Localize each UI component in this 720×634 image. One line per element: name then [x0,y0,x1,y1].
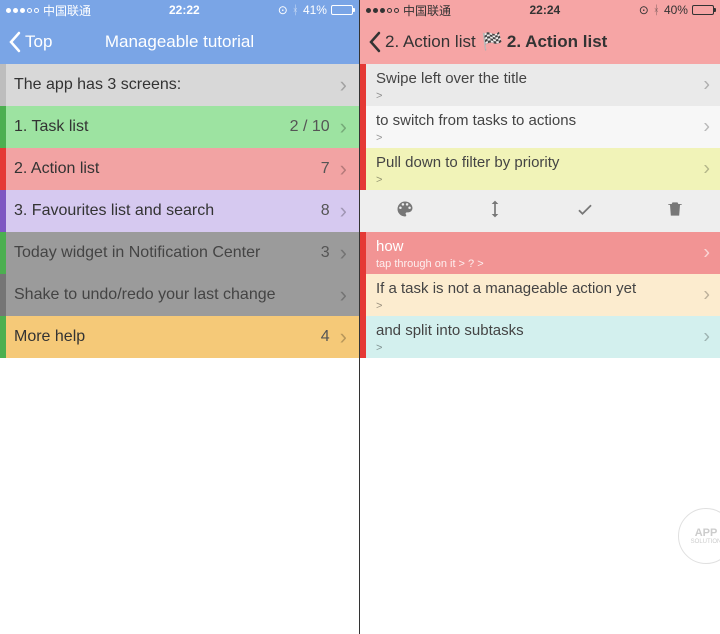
action-row-split[interactable]: and split into subtasks > › [360,316,720,358]
battery-percent: 40% [664,3,688,17]
row-label: 2. Action list [6,160,321,178]
chevron-right-icon: › [340,240,347,266]
carrier-label: 中国联通 [403,2,451,19]
row-label: 1. Task list [6,118,290,136]
palette-icon [395,199,415,219]
list-row-action-list[interactable]: 2. Action list 7 › [0,148,359,190]
screen-left: 中国联通 22:22 ⊙ ᚼ 41% Top Manageable tutori… [0,0,360,634]
chevron-right-icon: › [340,282,347,308]
arrows-vertical-icon [485,199,505,219]
rotation-lock-icon: ⊙ [639,3,649,17]
action-row-pulldown[interactable]: Pull down to filter by priority > › [360,148,720,190]
row-main: Swipe left over the title [376,70,710,88]
chevron-right-icon: › [703,284,710,307]
done-button[interactable] [575,199,595,224]
row-sub: > [376,90,710,102]
battery-icon [331,5,353,15]
row-main: to switch from tasks to actions [376,112,710,130]
nav-title: 2. Action list [507,32,607,52]
back-button[interactable]: 2. Action list [368,31,476,53]
row-main: and split into subtasks [376,322,710,340]
action-row-swipe-left[interactable]: Swipe left over the title > › [360,64,720,106]
row-count: 8 [321,202,330,220]
chevron-right-icon: › [340,324,347,350]
chevron-right-icon: › [703,242,710,265]
signal-icon [6,8,39,13]
chevron-right-icon: › [703,74,710,97]
status-bar: 中国联通 22:22 ⊙ ᚼ 41% [0,0,359,20]
rotation-lock-icon: ⊙ [278,3,288,17]
chevron-right-icon: › [703,116,710,139]
row-main: Pull down to filter by priority [376,154,710,172]
chevron-right-icon: › [340,114,347,140]
row-sub: > [376,132,710,144]
action-row-how[interactable]: how tap through on it > ? > › [360,232,720,274]
row-label: Today widget in Notification Center [6,244,321,262]
row-main: how [376,238,710,256]
back-label: Top [25,32,52,52]
status-time: 22:22 [169,3,200,17]
action-row-if-task[interactable]: If a task is not a manageable action yet… [360,274,720,316]
battery-percent: 41% [303,3,327,17]
bluetooth-icon: ᚼ [653,3,660,17]
watermark-top: APP [695,527,718,539]
row-sub: > [376,300,710,312]
status-bar: 中国联通 22:24 ⊙ ᚼ 40% [360,0,720,20]
trash-icon [665,199,685,219]
flag-icon: 🏁 [482,32,503,52]
chevron-left-icon [368,31,381,53]
action-row-switch[interactable]: to switch from tasks to actions > › [360,106,720,148]
status-time: 22:24 [530,3,561,17]
nav-title: Manageable tutorial [105,32,254,52]
row-label: More help [6,328,321,346]
action-toolbar [360,190,720,232]
check-icon [575,199,595,219]
move-button[interactable] [485,199,505,224]
battery-icon [692,5,714,15]
carrier-label: 中国联通 [43,2,91,19]
bluetooth-icon: ᚼ [292,3,299,17]
watermark-badge: APP SOLUTION [678,508,720,564]
list-row-shake-undo[interactable]: Shake to undo/redo your last change › [0,274,359,316]
chevron-right-icon: › [340,72,347,98]
back-label: 2. Action list [385,32,476,52]
row-count: 7 [321,160,330,178]
chevron-left-icon [8,31,21,53]
signal-icon [366,8,399,13]
list-row-favourites[interactable]: 3. Favourites list and search 8 › [0,190,359,232]
row-label: Shake to undo/redo your last change [6,286,340,304]
row-label: 3. Favourites list and search [6,202,321,220]
chevron-right-icon: › [340,156,347,182]
list-row-today-widget[interactable]: Today widget in Notification Center 3 › [0,232,359,274]
delete-button[interactable] [665,199,685,224]
back-button[interactable]: Top [8,31,52,53]
watermark-bottom: SOLUTION [691,539,720,545]
nav-bar: 2. Action list 🏁 2. Action list [360,20,720,64]
chevron-right-icon: › [703,158,710,181]
list-row-intro[interactable]: The app has 3 screens: › [0,64,359,106]
chevron-right-icon: › [340,198,347,224]
row-sub: tap through on it > ? > [376,258,710,270]
row-label: The app has 3 screens: [6,76,340,94]
palette-button[interactable] [395,199,415,224]
chevron-right-icon: › [703,326,710,349]
row-main: If a task is not a manageable action yet [376,280,710,298]
row-sub: > [376,174,710,186]
row-count: 2 / 10 [290,118,330,136]
nav-title-container: 🏁 2. Action list [482,32,608,52]
row-count: 3 [321,244,330,262]
row-count: 4 [321,328,330,346]
list-row-more-help[interactable]: More help 4 › [0,316,359,358]
row-sub: > [376,342,710,354]
list-row-task-list[interactable]: 1. Task list 2 / 10 › [0,106,359,148]
nav-bar: Top Manageable tutorial [0,20,359,64]
screen-right: 中国联通 22:24 ⊙ ᚼ 40% 2. Action list 🏁 2. A… [360,0,720,634]
